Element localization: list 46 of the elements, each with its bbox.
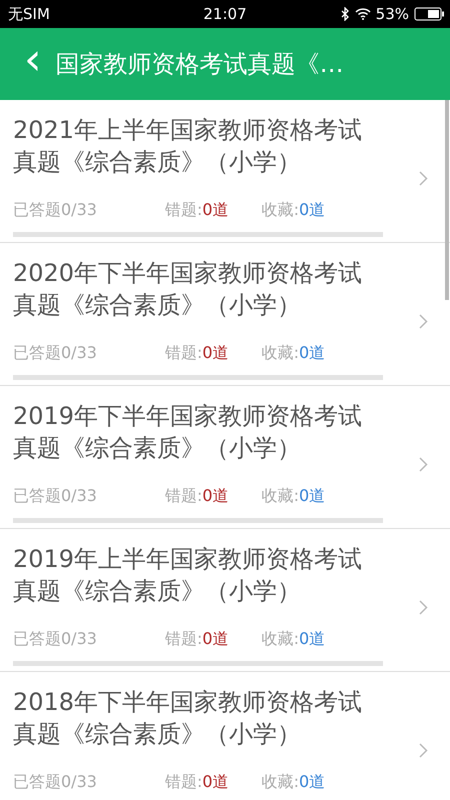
paper-title: 2019年下半年国家教师资格考试真题《综合素质》（小学） [13, 401, 364, 464]
chevron-icon [419, 314, 428, 328]
wrong-label: 错题: [165, 628, 202, 648]
wrong-count: 0道 [202, 628, 229, 648]
paper-title: 2021年上半年国家教师资格考试真题《综合素质》（小学） [13, 115, 364, 178]
answered-count: 已答题0/33 [13, 200, 98, 220]
favorites-count: 0道 [298, 772, 326, 790]
favorites-count: 0道 [298, 342, 326, 362]
wrong-count: 0道 [202, 772, 229, 790]
favorites-label: 收藏: [262, 200, 299, 218]
battery-icon [414, 7, 444, 21]
paper-item[interactable]: 2019年上半年国家教师资格考试真题《综合素质》（小学） 已答题0/33 错题:0道 收藏:0道 [0, 529, 450, 672]
wrong-count: 0道 [202, 342, 229, 362]
battery-text: 53% [376, 5, 409, 23]
carrier-text: 无SIM [8, 4, 50, 24]
chevron-icon [419, 170, 428, 186]
paper-title: 2018年下半年国家教师资格考试真题《综合素质》（小学） [13, 687, 364, 750]
answered-count: 已答题0/33 [13, 628, 98, 650]
favorites-label: 收藏: [262, 772, 299, 790]
favorites-count: 0道 [298, 200, 326, 218]
chevron-icon [419, 456, 428, 472]
bluetooth-icon [340, 7, 350, 21]
wrong-label: 错题: [165, 342, 202, 362]
clock-text: 21:07 [203, 5, 247, 23]
paper-title: 2019年上半年国家教师资格考试真题《综合素质》（小学） [13, 544, 364, 607]
favorites-label: 收藏: [262, 628, 299, 648]
favorites-label: 收藏: [262, 342, 299, 362]
favorites-count: 0道 [298, 628, 326, 648]
wrong-label: 错题: [165, 486, 202, 504]
paper-item[interactable]: 2019年下半年国家教师资格考试真题《综合素质》（小学） 已答题0/33 错题:0道 收藏:0道 [0, 386, 450, 529]
answered-count: 已答题0/33 [13, 486, 98, 506]
favorites-label: 收藏: [262, 486, 299, 504]
answered-count: 已答题0/33 [13, 342, 98, 364]
chevron-icon [419, 742, 428, 758]
chevron-icon [419, 600, 428, 614]
wifi-icon [354, 8, 371, 20]
wrong-count: 0道 [202, 486, 229, 504]
wrong-count: 0道 [202, 200, 229, 218]
page-title: 国家教师资格考试真题《… [56, 49, 344, 80]
paper-item[interactable]: 2020年下半年国家教师资格考试真题《综合素质》（小学） 已答题0/33 错题:0道 收藏:0道 [0, 243, 450, 386]
wrong-label: 错题: [165, 200, 202, 218]
favorites-count: 0道 [298, 486, 326, 504]
paper-title: 2020年下半年国家教师资格考试真题《综合素质》（小学） [13, 258, 364, 321]
wrong-label: 错题: [165, 772, 202, 790]
paper-item[interactable]: 2018年下半年国家教师资格考试真题《综合素质》（小学） 已答题0/33 错题:0道 收藏:0道 [0, 672, 450, 800]
answered-count: 已答题0/33 [13, 772, 98, 792]
